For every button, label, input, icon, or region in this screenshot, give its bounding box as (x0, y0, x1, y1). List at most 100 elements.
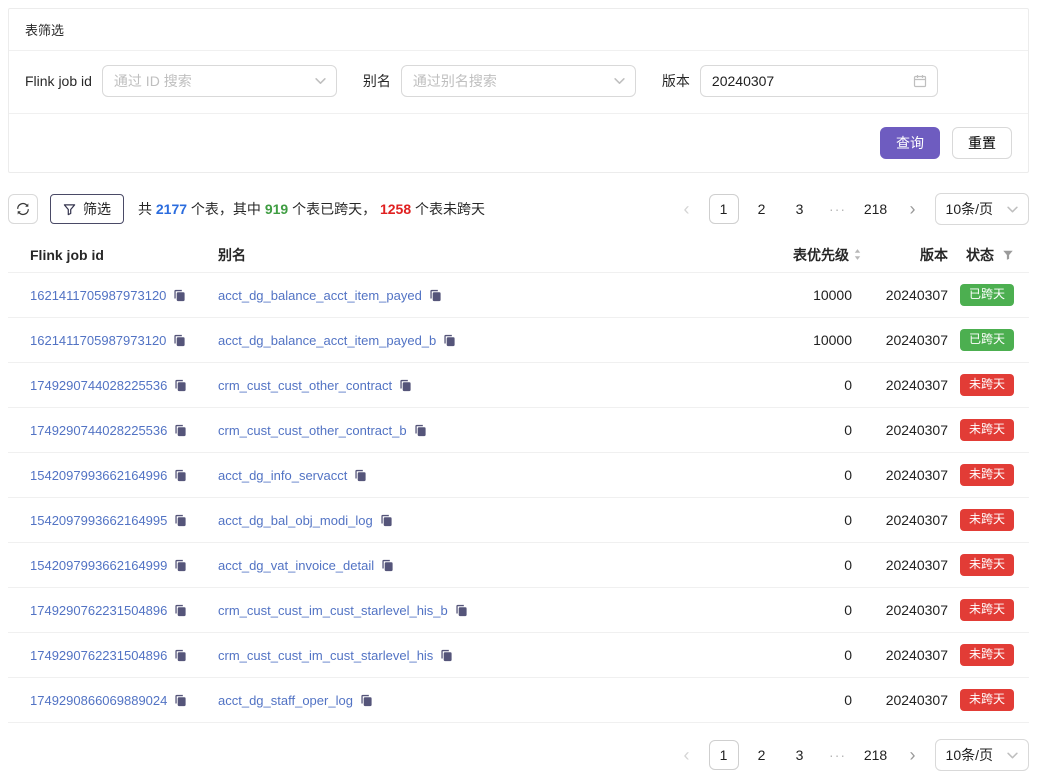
copy-icon[interactable] (174, 469, 187, 482)
pager-prev-button[interactable]: ‹ (673, 194, 701, 224)
copy-icon[interactable] (174, 379, 187, 392)
calendar-icon (913, 74, 927, 88)
version-cell: 20240307 (862, 647, 952, 663)
flink-job-id-link[interactable]: 1749290866069889024 (30, 693, 167, 708)
alias-link[interactable]: acct_dg_vat_invoice_detail (218, 558, 374, 573)
pager-page-1[interactable]: 1 (709, 194, 739, 224)
page-size-value: 10条/页 (946, 745, 993, 765)
copy-icon[interactable] (381, 559, 394, 572)
version-cell: 20240307 (862, 467, 952, 483)
page-size-value: 10条/页 (946, 199, 993, 219)
copy-icon[interactable] (354, 469, 367, 482)
version-cell: 20240307 (862, 602, 952, 618)
pager-page-218[interactable]: 218 (861, 194, 891, 224)
copy-icon[interactable] (174, 604, 187, 617)
flink-job-id-select[interactable]: 通过 ID 搜索 (102, 65, 337, 97)
page-size-select[interactable]: 10条/页 (935, 739, 1029, 771)
refresh-button[interactable] (8, 194, 38, 224)
version-cell: 20240307 (862, 287, 952, 303)
filter-funnel-icon (63, 203, 76, 216)
copy-icon[interactable] (360, 694, 373, 707)
copy-icon[interactable] (429, 289, 442, 302)
table-header-row: Flink job id 别名 表优先级 版本 状态 (8, 237, 1029, 273)
alias-cell: acct_dg_balance_acct_item_payed_b (204, 332, 742, 348)
copy-icon[interactable] (380, 514, 393, 527)
copy-icon[interactable] (455, 604, 468, 617)
priority-cell: 0 (742, 557, 862, 573)
pager-page-3[interactable]: 3 (785, 740, 815, 770)
alias-link[interactable]: acct_dg_balance_acct_item_payed_b (218, 333, 436, 348)
status-badge: 未跨天 (960, 419, 1014, 441)
flink-job-id-link[interactable]: 1542097993662164999 (30, 558, 167, 573)
flink-job-id-label: Flink job id (25, 73, 92, 89)
pager-prev-button[interactable]: ‹ (673, 740, 701, 770)
header-priority[interactable]: 表优先级 (742, 245, 862, 265)
flink-job-id-link[interactable]: 1542097993662164995 (30, 513, 167, 528)
flink-job-id-link[interactable]: 1542097993662164996 (30, 468, 167, 483)
filter-card-title: 表筛选 (9, 9, 1028, 51)
version-date-input[interactable]: 20240307 (700, 65, 938, 97)
reset-button[interactable]: 重置 (952, 127, 1012, 159)
flink-job-id-link[interactable]: 1621411705987973120 (30, 288, 166, 303)
pager-next-button[interactable]: › (899, 740, 927, 770)
flink-job-id-cell: 1542097993662164999 (8, 557, 204, 573)
pager-page-1[interactable]: 1 (709, 740, 739, 770)
pager-page-218[interactable]: 218 (861, 740, 891, 770)
flink-job-id-link[interactable]: 1749290762231504896 (30, 603, 167, 618)
table-body: 1621411705987973120 acct_dg_balance_acct… (8, 273, 1029, 723)
flink-job-id-link[interactable]: 1749290762231504896 (30, 648, 167, 663)
page-size-select[interactable]: 10条/页 (935, 193, 1029, 225)
pager-page-2[interactable]: 2 (747, 194, 777, 224)
pager-page-2[interactable]: 2 (747, 740, 777, 770)
query-button[interactable]: 查询 (880, 127, 940, 159)
flink-job-id-cell: 1749290762231504896 (8, 602, 204, 618)
alias-link[interactable]: crm_cust_cust_other_contract_b (218, 423, 407, 438)
table-row: 1542097993662164996 acct_dg_info_servacc… (8, 453, 1029, 498)
alias-select[interactable]: 通过别名搜索 (401, 65, 636, 97)
header-status-label: 状态 (966, 245, 994, 265)
version-cell: 20240307 (862, 332, 952, 348)
alias-link[interactable]: acct_dg_bal_obj_modi_log (218, 513, 373, 528)
filter-toggle-button[interactable]: 筛选 (50, 194, 124, 224)
flink-job-id-link[interactable]: 1749290744028225536 (30, 423, 167, 438)
copy-icon[interactable] (174, 514, 187, 527)
version-cell: 20240307 (862, 422, 952, 438)
alias-link[interactable]: crm_cust_cust_im_cust_starlevel_his_b (218, 603, 448, 618)
alias-link[interactable]: crm_cust_cust_other_contract (218, 378, 392, 393)
copy-icon[interactable] (443, 334, 456, 347)
status-filter-icon[interactable] (1002, 249, 1014, 261)
header-flink-job-id: Flink job id (8, 247, 204, 263)
status-badge: 未跨天 (960, 509, 1014, 531)
copy-icon[interactable] (174, 694, 187, 707)
copy-icon[interactable] (414, 424, 427, 437)
alias-link[interactable]: acct_dg_info_servacct (218, 468, 347, 483)
alias-link[interactable]: acct_dg_staff_oper_log (218, 693, 353, 708)
summary-text: 共 2177 个表，其中 919 个表已跨天， 1258 个表未跨天 (138, 199, 661, 219)
copy-icon[interactable] (440, 649, 453, 662)
header-status: 状态 (952, 245, 1029, 265)
alias-link[interactable]: crm_cust_cust_im_cust_starlevel_his (218, 648, 433, 663)
copy-icon[interactable] (173, 289, 186, 302)
alias-cell: crm_cust_cust_other_contract_b (204, 422, 742, 438)
filter-fields-row: Flink job id 通过 ID 搜索 别名 通过别名搜索 版本 20240… (9, 51, 1028, 113)
alias-cell: acct_dg_balance_acct_item_payed (204, 287, 742, 303)
copy-icon[interactable] (174, 424, 187, 437)
table-row: 1749290866069889024 acct_dg_staff_oper_l… (8, 678, 1029, 723)
version-cell: 20240307 (862, 512, 952, 528)
pager-next-button[interactable]: › (899, 194, 927, 224)
pager-page-3[interactable]: 3 (785, 194, 815, 224)
status-badge: 未跨天 (960, 689, 1014, 711)
alias-cell: acct_dg_bal_obj_modi_log (204, 512, 742, 528)
status-badge: 已跨天 (960, 329, 1014, 351)
copy-icon[interactable] (174, 559, 187, 572)
copy-icon[interactable] (399, 379, 412, 392)
copy-icon[interactable] (174, 649, 187, 662)
table-row: 1749290744028225536 crm_cust_cust_other_… (8, 363, 1029, 408)
sort-icon[interactable] (853, 248, 862, 261)
copy-icon[interactable] (173, 334, 186, 347)
flink-job-id-link[interactable]: 1621411705987973120 (30, 333, 166, 348)
status-badge: 未跨天 (960, 374, 1014, 396)
flink-job-id-link[interactable]: 1749290744028225536 (30, 378, 167, 393)
status-badge: 未跨天 (960, 599, 1014, 621)
alias-link[interactable]: acct_dg_balance_acct_item_payed (218, 288, 422, 303)
